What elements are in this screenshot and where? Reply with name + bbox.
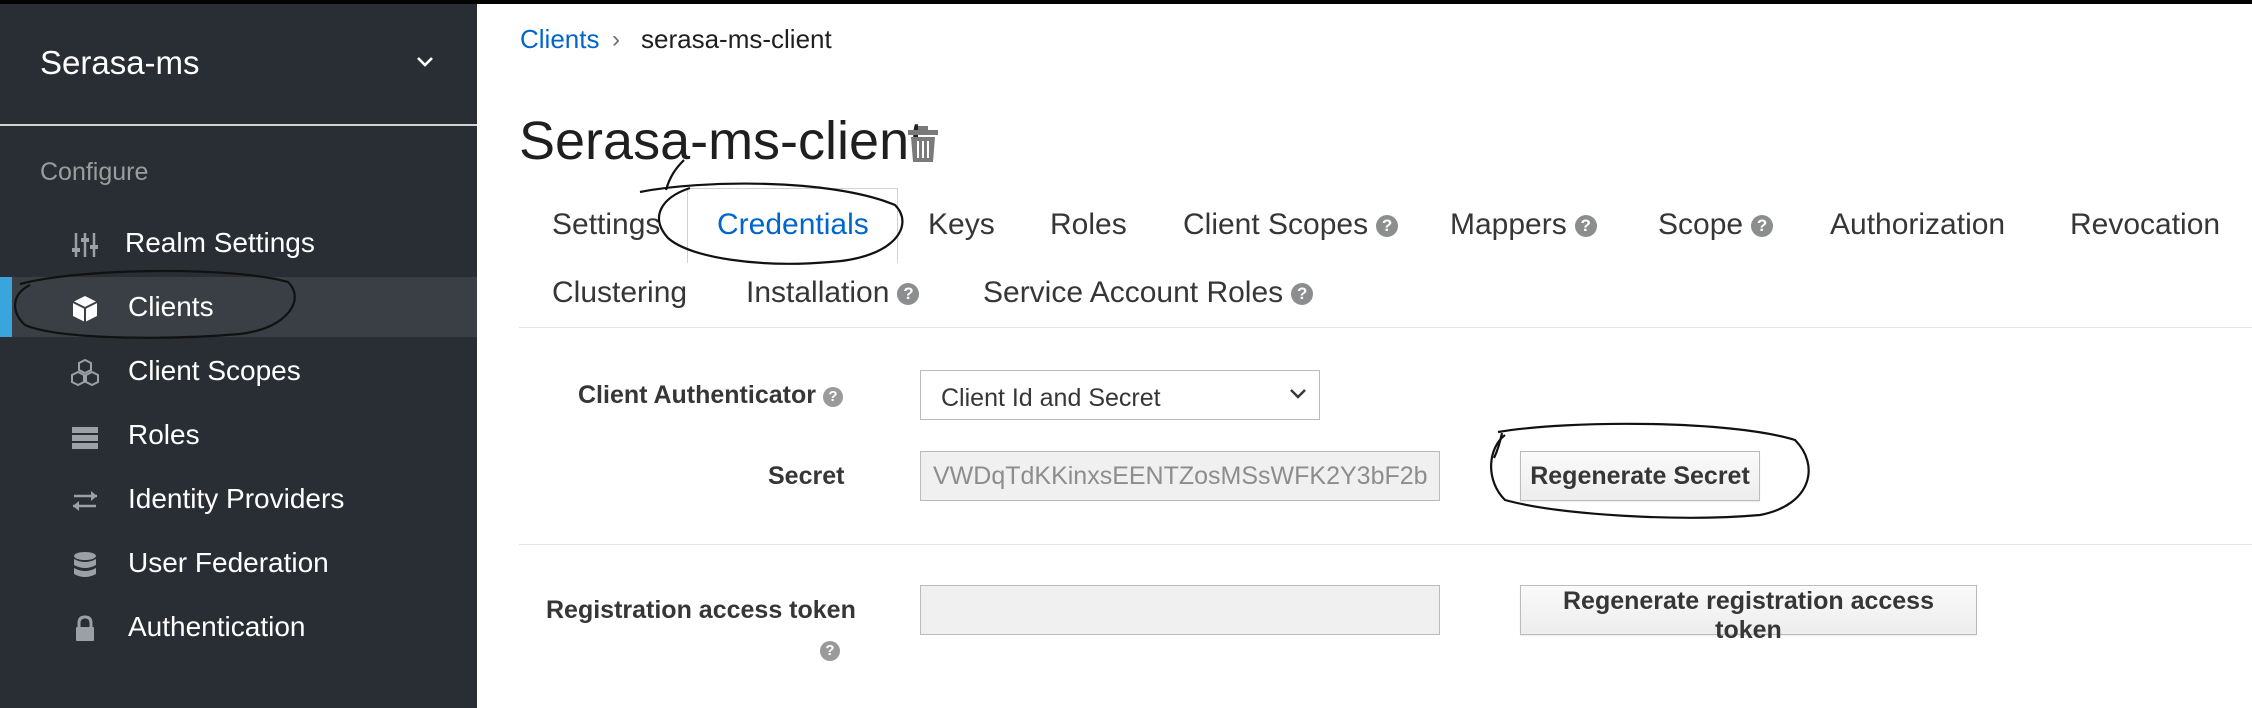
- sidebar-item-roles[interactable]: Roles: [0, 405, 477, 465]
- tab-client-scopes[interactable]: Client Scopes?: [1183, 208, 1399, 242]
- tab-settings[interactable]: Settings: [552, 208, 660, 242]
- sidebar-item-label: Clients: [128, 291, 214, 322]
- trash-icon[interactable]: [907, 125, 939, 163]
- sidebar-item-clients[interactable]: Clients: [0, 277, 477, 337]
- tab-credentials[interactable]: Credentials: [717, 208, 869, 242]
- registration-token-field[interactable]: [920, 585, 1440, 635]
- database-icon: [74, 552, 96, 577]
- sidebar-item-realm-settings[interactable]: Realm Settings: [0, 213, 477, 273]
- roles-icon: [72, 427, 98, 449]
- regenerate-registration-token-button[interactable]: Regenerate registration access token: [1520, 585, 1977, 644]
- chevron-down-icon: [1290, 389, 1306, 399]
- help-icon[interactable]: ?: [1376, 215, 1399, 237]
- tab-keys[interactable]: Keys: [928, 208, 995, 242]
- client-authenticator-select[interactable]: Client Id and Secret: [920, 370, 1320, 420]
- sidebar-item-user-federation[interactable]: User Federation: [0, 533, 477, 593]
- annotation-tick-regenerate: [1493, 432, 1504, 459]
- tab-authorization[interactable]: Authorization: [1830, 208, 2005, 242]
- help-icon[interactable]: ?: [1751, 215, 1774, 237]
- exchange-icon: [73, 491, 97, 511]
- help-icon[interactable]: ?: [1291, 283, 1314, 305]
- sidebar-item-authentication[interactable]: Authentication: [0, 597, 477, 657]
- tab-roles[interactable]: Roles: [1050, 208, 1127, 242]
- tab-clustering[interactable]: Clustering: [552, 276, 687, 310]
- client-authenticator-value: Client Id and Secret: [941, 384, 1161, 412]
- sidebar-item-client-scopes[interactable]: Client Scopes: [0, 341, 477, 401]
- tab-revocation[interactable]: Revocation: [2070, 208, 2220, 242]
- active-indicator: [0, 277, 12, 337]
- tab-installation[interactable]: Installation?: [746, 276, 920, 310]
- tab-mappers[interactable]: Mappers?: [1450, 208, 1597, 242]
- breadcrumb-separator: ›: [612, 26, 620, 53]
- secret-field[interactable]: [920, 451, 1440, 501]
- client-authenticator-label: Client Authenticator ?: [578, 381, 843, 410]
- help-icon[interactable]: ?: [822, 387, 843, 407]
- realm-selector-label[interactable]: Serasa-ms: [40, 44, 200, 82]
- sidebar-divider: [0, 124, 477, 126]
- sidebar-item-identity-providers[interactable]: Identity Providers: [0, 469, 477, 529]
- sidebar-item-label: User Federation: [128, 547, 329, 578]
- regenerate-secret-button[interactable]: Regenerate Secret: [1520, 451, 1760, 501]
- help-icon[interactable]: ?: [1574, 215, 1597, 237]
- tab-scope[interactable]: Scope?: [1658, 208, 1774, 242]
- sidebar-item-label: Client Scopes: [128, 355, 301, 386]
- help-icon[interactable]: ?: [820, 641, 840, 661]
- sidebar-item-label: Realm Settings: [125, 227, 315, 258]
- sliders-icon: [72, 233, 98, 257]
- chevron-down-icon[interactable]: [415, 52, 435, 72]
- secret-label: Secret: [768, 462, 845, 490]
- sidebar-item-label: Identity Providers: [128, 483, 345, 514]
- help-icon[interactable]: ?: [897, 283, 920, 305]
- top-border: [0, 0, 2252, 4]
- breadcrumb-current: serasa-ms-client: [641, 24, 832, 54]
- tab-service-account-roles[interactable]: Service Account Roles?: [983, 276, 1314, 310]
- tabs-divider: [519, 327, 2252, 328]
- section-divider: [519, 544, 2252, 545]
- lock-icon: [76, 615, 94, 641]
- breadcrumb-clients-link[interactable]: Clients: [520, 24, 599, 55]
- sidebar-item-label: Authentication: [128, 611, 306, 642]
- cube-icon: [72, 296, 98, 322]
- page-title: Serasa-ms-client: [519, 111, 925, 171]
- cubes-icon: [71, 358, 99, 387]
- registration-token-label: Registration access token: [546, 596, 856, 624]
- sidebar-item-label: Roles: [128, 419, 200, 450]
- sidebar-section-configure: Configure: [40, 158, 149, 186]
